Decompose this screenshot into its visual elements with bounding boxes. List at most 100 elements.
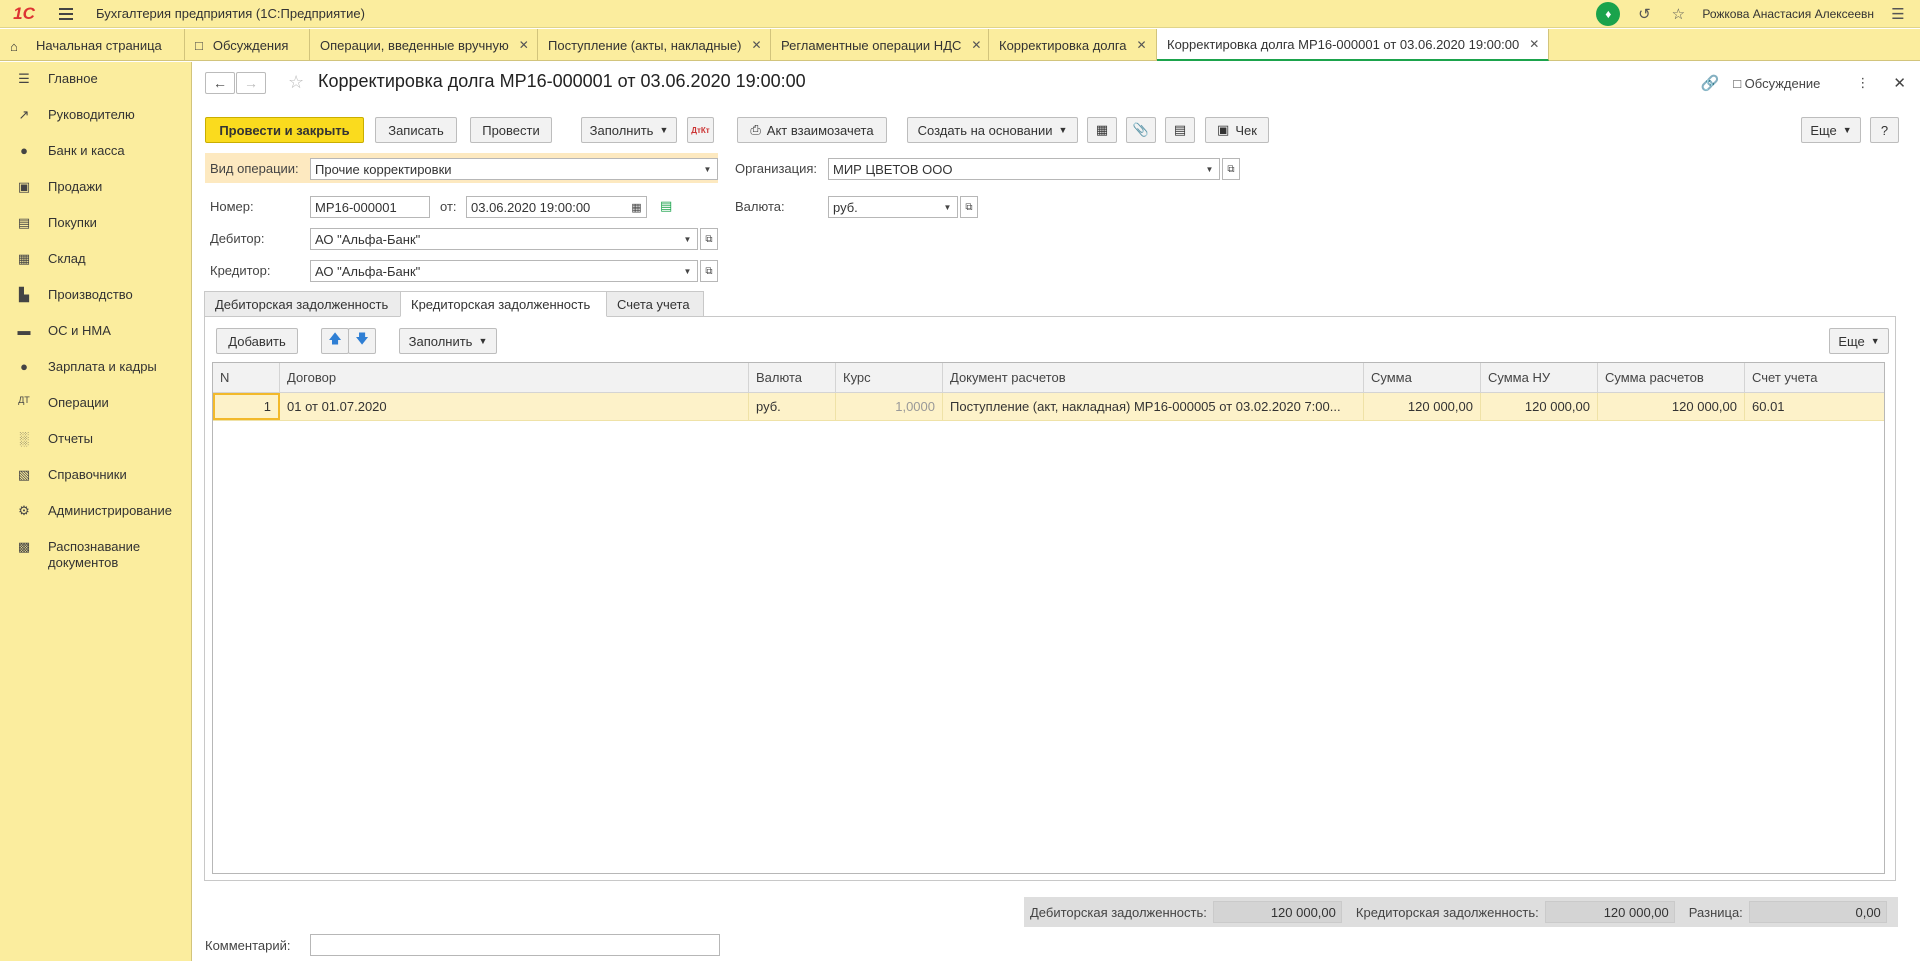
sidebar-item-administration[interactable]: ⚙ Администрирование xyxy=(0,494,191,530)
close-icon[interactable]: ✕ xyxy=(971,38,981,52)
tab-debt-adjustment[interactable]: Корректировка долга ✕ xyxy=(989,29,1157,61)
creditor-field[interactable]: АО "Альфа-Банк" xyxy=(310,260,679,282)
tab-discussions[interactable]: □ Обсуждения xyxy=(185,29,310,61)
more-button[interactable]: Еще ▼ xyxy=(1801,117,1861,143)
main-menu-button[interactable] xyxy=(52,0,80,28)
cell-settlement-document[interactable]: Поступление (акт, накладная) МР16-000005… xyxy=(943,393,1364,420)
tab-accounts[interactable]: Счета учета xyxy=(606,291,704,317)
post-and-close-button[interactable]: Провести и закрыть xyxy=(205,117,364,143)
link-icon[interactable]: 🔗 xyxy=(1701,74,1720,92)
sections-sidebar: ☰ Главное ↗ Руководителю ● Банк и касса ▣ Пр… xyxy=(0,62,192,961)
offset-act-button[interactable]: ⎙ Акт взаимозачета xyxy=(737,117,887,143)
close-icon[interactable]: ✕ xyxy=(519,38,529,52)
tab-home[interactable]: ⌂ Начальная страница xyxy=(0,29,185,61)
tab-debt-adjustment-document[interactable]: Корректировка долга МР16-000001 от 03.06… xyxy=(1157,29,1549,61)
history-icon[interactable]: ↺ xyxy=(1634,4,1654,24)
column-header[interactable]: N xyxy=(213,363,280,392)
chevron-down-icon[interactable]: ▼ xyxy=(678,260,698,282)
cell-settlement-amount[interactable]: 120 000,00 xyxy=(1598,393,1745,420)
chevron-down-icon[interactable]: ▼ xyxy=(678,228,698,250)
table-row[interactable]: 1 01 от 01.07.2020 руб. 1,0000 Поступлен… xyxy=(213,393,1884,421)
cell-currency[interactable]: руб. xyxy=(749,393,836,420)
fill-dropdown-button[interactable]: Заполнить ▼ xyxy=(581,117,677,143)
back-button[interactable]: ← xyxy=(205,72,235,94)
more-vertical-icon[interactable]: ⋮ xyxy=(1856,75,1869,91)
sidebar-item-recognition[interactable]: ▩ Распознавание документов xyxy=(0,530,191,571)
table-fill-dropdown-button[interactable]: Заполнить ▼ xyxy=(399,328,497,354)
add-row-button[interactable]: Добавить xyxy=(216,328,298,354)
operation-type-field[interactable]: Прочие корректировки xyxy=(310,158,699,180)
close-icon[interactable]: ✕ xyxy=(1893,74,1906,92)
discussion-button[interactable]: □ Обсуждение xyxy=(1733,76,1820,91)
cell-account[interactable]: 60.01 xyxy=(1745,393,1883,420)
create-based-on-button[interactable]: Создать на основании ▼ xyxy=(907,117,1078,143)
date-field[interactable]: 03.06.2020 19:00:00 xyxy=(466,196,628,218)
column-header[interactable]: Сумма НУ xyxy=(1481,363,1598,392)
payables-table[interactable]: N Договор Валюта Курс Документ расчетов … xyxy=(212,362,1885,874)
chevron-down-icon[interactable]: ▼ xyxy=(1200,158,1220,180)
sidebar-item-salary[interactable]: ● Зарплата и кадры xyxy=(0,350,191,386)
column-header[interactable]: Счет учета xyxy=(1745,363,1883,392)
debtor-field[interactable]: АО "Альфа-Банк" xyxy=(310,228,679,250)
column-header[interactable]: Договор xyxy=(280,363,749,392)
cell-number[interactable]: 1 xyxy=(213,393,280,420)
dt-kt-icon[interactable]: ДтКт xyxy=(687,117,714,143)
number-field[interactable]: МР16-000001 xyxy=(310,196,430,218)
sidebar-item-purchases[interactable]: ▤ Покупки xyxy=(0,206,191,242)
period-select-icon[interactable]: ▤ xyxy=(660,198,672,214)
table-more-button[interactable]: Еще ▼ xyxy=(1829,328,1889,354)
notifications-bell-icon[interactable]: ♦ xyxy=(1596,2,1621,26)
settings-menu-icon[interactable]: ☰ xyxy=(1888,4,1908,24)
tab-vat-operations[interactable]: Регламентные операции НДС ✕ xyxy=(771,29,989,61)
organization-field[interactable]: МИР ЦВЕТОВ ООО xyxy=(828,158,1201,180)
open-icon[interactable]: ⧉ xyxy=(700,228,718,250)
sidebar-item-operations[interactable]: ДТ Операции xyxy=(0,386,191,422)
sidebar-item-production[interactable]: ▙ Производство xyxy=(0,278,191,314)
open-icon[interactable]: ⧉ xyxy=(700,260,718,282)
chevron-down-icon[interactable]: ▼ xyxy=(698,158,718,180)
column-header[interactable]: Сумма расчетов xyxy=(1598,363,1745,392)
cell-contract[interactable]: 01 от 01.07.2020 xyxy=(280,393,749,420)
tab-manual-operations[interactable]: Операции, введенные вручную ✕ xyxy=(310,29,538,61)
column-header[interactable]: Сумма xyxy=(1364,363,1481,392)
save-button[interactable]: Записать xyxy=(375,117,457,143)
sidebar-item-sales[interactable]: ▣ Продажи xyxy=(0,170,191,206)
receipt-button[interactable]: ▣ Чек xyxy=(1205,117,1269,143)
sidebar-item-reports[interactable]: ░ Отчеты xyxy=(0,422,191,458)
user-name[interactable]: Рожкова Анастасия Алексеевн xyxy=(1702,7,1874,21)
attachment-icon[interactable]: 📎 xyxy=(1126,117,1156,143)
forward-button[interactable]: → xyxy=(236,72,266,94)
cell-amount-tax[interactable]: 120 000,00 xyxy=(1481,393,1598,420)
sidebar-item-bank[interactable]: ● Банк и касса xyxy=(0,134,191,170)
column-header[interactable]: Документ расчетов xyxy=(943,363,1364,392)
move-down-icon[interactable]: 🡇 xyxy=(348,328,376,354)
favorite-star-icon[interactable]: ☆ xyxy=(288,72,304,93)
open-icon[interactable]: ⧉ xyxy=(960,196,978,218)
post-button[interactable]: Провести xyxy=(470,117,552,143)
close-icon[interactable]: ✕ xyxy=(751,38,761,52)
close-icon[interactable]: ✕ xyxy=(1137,38,1147,52)
open-icon[interactable]: ⧉ xyxy=(1222,158,1240,180)
chevron-down-icon[interactable]: ▼ xyxy=(938,196,958,218)
favorites-star-icon[interactable]: ☆ xyxy=(1668,4,1688,24)
calendar-icon[interactable]: ▦ xyxy=(627,196,647,218)
tab-receivables[interactable]: Дебиторская задолженность xyxy=(204,291,401,317)
cell-rate[interactable]: 1,0000 xyxy=(836,393,943,420)
help-button[interactable]: ? xyxy=(1870,117,1899,143)
sidebar-item-main[interactable]: ☰ Главное xyxy=(0,62,191,98)
sidebar-item-warehouse[interactable]: ▦ Склад xyxy=(0,242,191,278)
column-header[interactable]: Курс xyxy=(836,363,943,392)
comment-field[interactable] xyxy=(310,934,720,956)
sidebar-item-references[interactable]: ▧ Справочники xyxy=(0,458,191,494)
tab-receipts[interactable]: Поступление (акты, накладные) ✕ xyxy=(538,29,771,61)
currency-field[interactable]: руб. xyxy=(828,196,939,218)
document-list-icon[interactable]: ▤ xyxy=(1165,117,1195,143)
move-up-icon[interactable]: 🡅 xyxy=(321,328,349,354)
sidebar-item-assets[interactable]: ▬ ОС и НМА xyxy=(0,314,191,350)
structure-icon[interactable]: ▦ xyxy=(1087,117,1117,143)
column-header[interactable]: Валюта xyxy=(749,363,836,392)
tab-payables[interactable]: Кредиторская задолженность xyxy=(400,291,607,317)
close-icon[interactable]: ✕ xyxy=(1529,37,1539,51)
cell-amount[interactable]: 120 000,00 xyxy=(1364,393,1481,420)
sidebar-item-manager[interactable]: ↗ Руководителю xyxy=(0,98,191,134)
